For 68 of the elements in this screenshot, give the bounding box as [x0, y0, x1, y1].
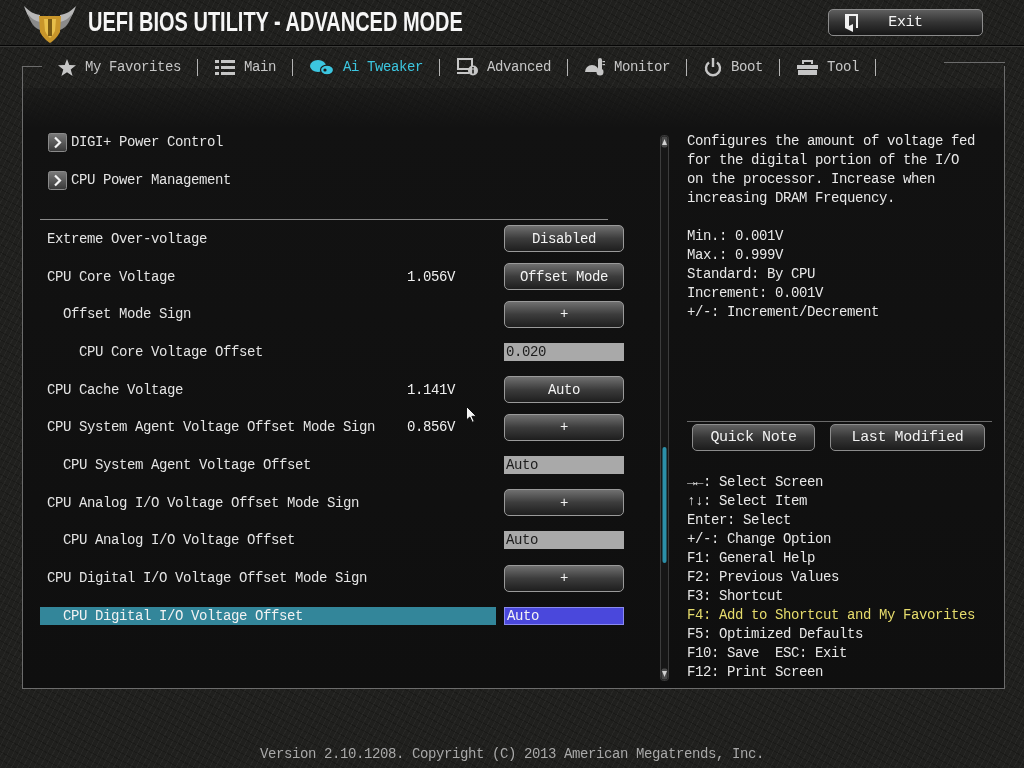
option-button[interactable]: + — [504, 300, 624, 328]
key-hint: F1: General Help — [687, 549, 816, 568]
option-button[interactable]: + — [504, 564, 624, 592]
key-hint: →←: Select Screen — [687, 473, 824, 492]
submenu-item[interactable]: CPU Power Management — [48, 161, 232, 199]
chevron-icon — [48, 170, 67, 190]
setting-label: Offset Mode Sign — [63, 305, 192, 324]
voltage-reading: 1.056V — [407, 267, 455, 286]
list-icon — [215, 59, 236, 75]
setting-label: CPU Cache Voltage — [47, 380, 184, 399]
window-title: UEFI BIOS UTILITY - ADVANCED MODE — [88, 7, 463, 38]
toolbox-icon — [797, 59, 819, 75]
version-text: Version 2.10.1208. Copyright (C) 2013 American Megatrends, Inc. — [259, 745, 765, 764]
tab[interactable]: Monitor — [585, 58, 671, 76]
help-button[interactable]: Last Modified — [830, 424, 985, 451]
help-detail: +/-: Increment/Decrement — [687, 303, 880, 322]
help-description: Configures the amount of voltage fed for the digital portion of the I/O on the processor. Increase when increasing DRAM Frequency. — [687, 132, 977, 208]
setting-label: CPU Core Voltage — [47, 267, 176, 286]
setting-label: CPU Analog I/O Voltage Offset — [63, 531, 296, 550]
option-button[interactable]: + — [504, 489, 624, 517]
door-icon — [845, 13, 858, 32]
tab[interactable]: Advanced — [457, 58, 552, 76]
value-field[interactable]: Auto — [504, 455, 624, 474]
help-detail: Min.: 0.001V — [687, 227, 784, 246]
help-detail: Max.: 0.999V — [687, 246, 784, 265]
mouse-pointer-icon — [466, 406, 477, 423]
help-detail: Increment: 0.001V — [687, 284, 824, 303]
help-button[interactable]: Quick Note — [692, 424, 815, 451]
star-icon — [58, 58, 76, 76]
scrollbar[interactable] — [660, 135, 669, 681]
key-hint: F5: Optimized Defaults — [687, 625, 864, 644]
key-hint: F3: Shortcut — [687, 587, 784, 606]
value-field[interactable]: Auto — [504, 606, 624, 625]
option-button[interactable]: Offset Mode — [504, 263, 624, 291]
option-button[interactable]: Auto — [504, 376, 624, 404]
value-field[interactable]: Auto — [504, 531, 624, 550]
tab[interactable]: Main — [215, 59, 277, 75]
value-field[interactable]: 0.020 — [504, 342, 624, 361]
option-button[interactable]: Disabled — [504, 225, 624, 253]
setting-label: CPU Core Voltage Offset — [79, 342, 264, 361]
power-icon — [704, 57, 723, 77]
setting-label: CPU Digital I/O Voltage Offset — [40, 606, 496, 625]
setting-label: CPU System Agent Voltage Offset Mode Sign — [47, 418, 376, 437]
key-hint: +/-: Change Option — [687, 530, 832, 549]
key-hint: F12: Print Screen — [687, 663, 824, 682]
key-hint: ↑↓: Select Item — [687, 492, 808, 511]
setting-label: CPU System Agent Voltage Offset — [63, 455, 312, 474]
thermometer-gauge-icon — [585, 58, 606, 76]
key-hint: F10: Save ESC: Exit — [687, 644, 848, 663]
tab[interactable]: Tool — [797, 59, 860, 75]
option-button[interactable]: + — [504, 413, 624, 441]
help-detail: Standard: By CPU — [687, 265, 816, 284]
screen-info-icon — [457, 58, 479, 76]
key-hint: F4: Add to Shortcut and My Favorites — [687, 606, 976, 625]
setting-label: CPU Digital I/O Voltage Offset Mode Sign — [47, 569, 368, 588]
chevron-icon — [48, 132, 67, 152]
exit-button[interactable]: Exit — [828, 9, 983, 36]
setting-label: Extreme Over-voltage — [47, 229, 208, 248]
tab[interactable]: Ai Tweaker — [310, 59, 424, 75]
submenu-item[interactable]: DIGI+ Power Control — [48, 123, 224, 161]
tab[interactable]: My Favorites — [58, 58, 182, 76]
voltage-reading: 0.856V — [407, 418, 455, 437]
setting-label: CPU Analog I/O Voltage Offset Mode Sign — [47, 493, 360, 512]
key-hint: F2: Previous Values — [687, 568, 840, 587]
voltage-reading: 1.141V — [407, 380, 455, 399]
key-hint: Enter: Select — [687, 511, 792, 530]
tab[interactable]: Boot — [704, 57, 764, 77]
tweaker-blob-icon — [310, 59, 335, 75]
